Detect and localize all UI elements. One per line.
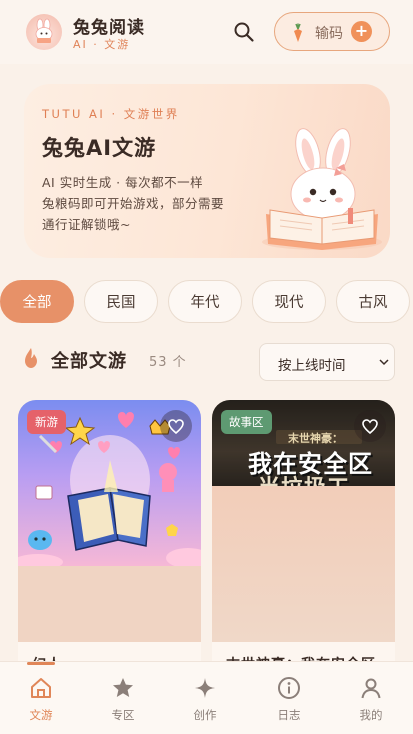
- sort-select[interactable]: 按上线时间: [259, 343, 395, 381]
- filter-chip-gufeng[interactable]: 古风: [336, 280, 410, 323]
- sparkle-icon: [195, 678, 215, 698]
- filter-chip-niandai[interactable]: 年代: [168, 280, 242, 323]
- tab-label: 日志: [277, 708, 301, 722]
- tab-label: 我的: [359, 708, 383, 722]
- filter-chip-all[interactable]: 全部: [0, 280, 74, 323]
- new-badge: 新游: [27, 410, 66, 434]
- tab-wode[interactable]: 我的: [330, 662, 412, 734]
- game-card[interactable]: 幻人 新游: [18, 400, 201, 700]
- hero-desc-line: 通行证解锁哦~: [42, 217, 131, 232]
- filter-chip-xiandai[interactable]: 现代: [252, 280, 326, 323]
- heart-icon: [362, 418, 378, 434]
- filter-chip-minguo[interactable]: 民国: [84, 280, 158, 323]
- story-zone-badge: 故事区: [221, 410, 272, 434]
- hero-title: 兔兔AI文游: [42, 136, 157, 160]
- bunny-reading-illustration: [262, 128, 382, 250]
- section-title: 全部文游: [51, 351, 127, 372]
- hero-tagline: TUTU AI · 文游世界: [42, 107, 180, 121]
- game-card[interactable]: 末世神豪： 我在安全区 当垃圾工 末世神豪：我在安全区 故事区: [212, 400, 395, 700]
- star-icon: [113, 678, 133, 697]
- favorite-button[interactable]: [160, 410, 192, 442]
- tab-wenyou[interactable]: 文游: [0, 662, 82, 734]
- carrot-icon: [294, 23, 302, 42]
- section-count: 53 个: [149, 355, 187, 370]
- bunny-logo-icon: [26, 14, 62, 50]
- hero-desc-line: 兔粮码即可开始游戏，部分需要: [42, 196, 225, 211]
- code-button-label: 输码: [315, 26, 343, 42]
- active-tab-indicator: [27, 662, 55, 665]
- tab-chuangzuo[interactable]: 创作: [164, 662, 246, 734]
- search-button[interactable]: [232, 20, 256, 44]
- tab-label: 创作: [193, 708, 217, 722]
- tab-label: 文游: [29, 708, 53, 722]
- info-icon: [278, 677, 300, 699]
- favorite-button[interactable]: [354, 410, 386, 442]
- category-filters: 全部 民国 年代 现代 古风: [0, 280, 413, 324]
- chevron-down-icon: [379, 359, 389, 366]
- tab-rizhi[interactable]: 日志: [248, 662, 330, 734]
- sort-selected-value: 按上线时间: [278, 358, 346, 374]
- search-icon: [234, 22, 254, 42]
- hero-description: AI 实时生成 · 每次都不一样 兔粮码即可开始游戏，部分需要 通行证解锁哦~: [42, 172, 252, 235]
- card-cover-placeholder: [212, 486, 395, 642]
- cover-title-text-2: 当垃圾工: [258, 470, 350, 486]
- bottom-tab-bar: 文游 专区 创作 日志 我的: [0, 661, 413, 734]
- enter-code-button[interactable]: 输码 +: [274, 12, 390, 51]
- brand-subtitle: AI · 文游: [73, 38, 131, 51]
- home-icon: [31, 678, 51, 698]
- user-icon: [361, 678, 381, 699]
- tab-label: 专区: [111, 708, 135, 722]
- brand-title: 兔兔阅读: [73, 18, 145, 38]
- hero-banner: TUTU AI · 文游世界 兔兔AI文游 AI 实时生成 · 每次都不一样 兔…: [24, 84, 390, 258]
- app-header: 兔兔阅读 AI · 文游 输码 +: [0, 0, 413, 64]
- card-cover-placeholder: [18, 566, 201, 642]
- flame-icon: [25, 348, 37, 368]
- heart-icon: [168, 418, 184, 434]
- plus-icon: +: [351, 21, 372, 42]
- hero-desc-line: AI 实时生成 · 每次都不一样: [42, 175, 204, 190]
- tab-zhuanqu[interactable]: 专区: [82, 662, 164, 734]
